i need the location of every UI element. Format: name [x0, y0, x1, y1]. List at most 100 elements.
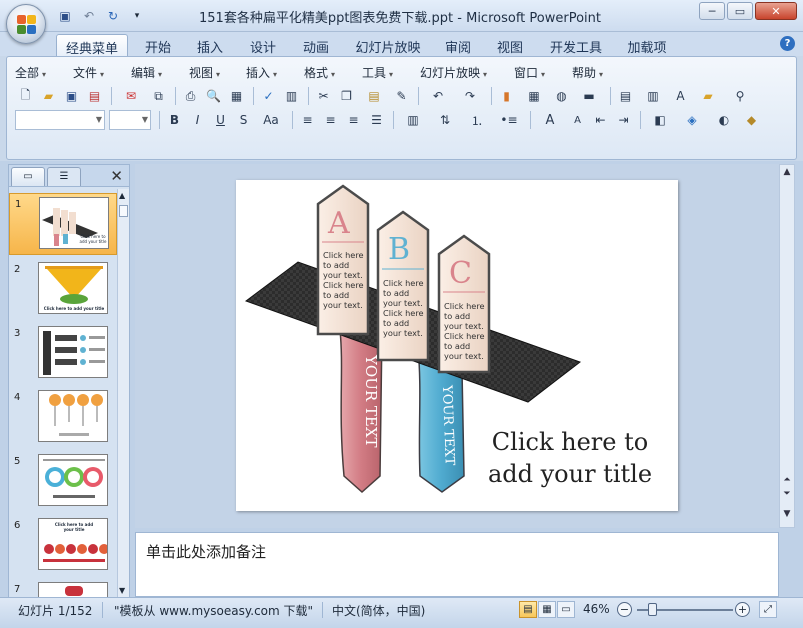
- tab-insert[interactable]: 插入: [190, 34, 230, 56]
- email-icon[interactable]: ✉: [116, 86, 146, 106]
- menu-file[interactable]: 文件 ▾: [73, 64, 131, 82]
- menu-tools[interactable]: 工具 ▾: [362, 64, 420, 82]
- close-icon[interactable]: ✕: [110, 167, 123, 185]
- redo-icon[interactable]: ↷: [455, 86, 485, 106]
- indent-icon[interactable]: ⇥: [613, 110, 634, 130]
- align-right-icon[interactable]: ≡: [343, 110, 364, 130]
- columns-icon[interactable]: ▥: [398, 110, 428, 130]
- previous-slide-icon[interactable]: ⏶: [780, 475, 794, 489]
- tab-addins[interactable]: 加载项: [620, 34, 674, 56]
- italic-button[interactable]: I: [187, 110, 208, 130]
- slide-thumb-6[interactable]: 6 Click here to add your title: [9, 515, 117, 577]
- scroll-thumb[interactable]: [119, 205, 128, 217]
- save-icon[interactable]: ▣: [61, 86, 82, 106]
- copy-icon[interactable]: ❐: [336, 86, 357, 106]
- tab-home[interactable]: 开始: [138, 34, 178, 56]
- format-painter-icon[interactable]: ✎: [391, 86, 412, 106]
- tab-classic-menu[interactable]: 经典菜单: [56, 34, 128, 57]
- cut-icon[interactable]: ✂: [313, 86, 334, 106]
- text-direction-icon[interactable]: ⇅: [430, 110, 460, 130]
- slide-thumb-5[interactable]: 5: [9, 451, 117, 513]
- align-left-icon[interactable]: ≡: [297, 110, 318, 130]
- slide-thumb-2[interactable]: 2 Click here to add your title: [9, 259, 117, 321]
- menu-window[interactable]: 窗口 ▾: [514, 64, 572, 82]
- slide-thumb-7[interactable]: 7: [9, 579, 117, 599]
- folder-icon[interactable]: ▰: [693, 86, 723, 106]
- slideshow-button[interactable]: ▭: [557, 601, 575, 618]
- publish-icon[interactable]: ⧉: [148, 86, 169, 106]
- menu-insert[interactable]: 插入 ▾: [246, 64, 304, 82]
- font-name-combo[interactable]: ▼: [15, 110, 105, 130]
- outdent-icon[interactable]: ⇤: [590, 110, 611, 130]
- permission-icon[interactable]: ▤: [84, 86, 105, 106]
- slide-sorter-button[interactable]: ▦: [538, 601, 556, 618]
- spelling-icon[interactable]: ✓: [258, 86, 279, 106]
- arrange-icon[interactable]: ◈: [677, 110, 707, 130]
- chart-icon[interactable]: ▮: [496, 86, 517, 106]
- new-slide-icon[interactable]: ▤: [615, 86, 636, 106]
- zoom-out-button[interactable]: −: [617, 602, 632, 617]
- open-icon[interactable]: ▰: [38, 86, 59, 106]
- fit-to-window-button[interactable]: ⤢: [759, 601, 777, 618]
- shadow-button[interactable]: S: [233, 110, 254, 130]
- print-preview-icon[interactable]: 🔍: [203, 86, 224, 106]
- menu-view[interactable]: 视图 ▾: [189, 64, 246, 82]
- tab-design[interactable]: 设计: [243, 34, 283, 56]
- paste-icon[interactable]: ▤: [359, 86, 389, 106]
- maximize-button[interactable]: ▭: [727, 2, 753, 20]
- change-case-button[interactable]: Aa: [256, 110, 286, 130]
- table-icon[interactable]: ▦: [519, 86, 549, 106]
- zoom-level[interactable]: 46%: [583, 602, 610, 616]
- language-indicator[interactable]: 中文(简体，中国): [332, 602, 425, 619]
- customize-toolbar-icon[interactable]: ▾: [128, 8, 146, 24]
- layout-icon[interactable]: ▥: [638, 86, 668, 106]
- slide-scrollbar[interactable]: ▲ ⏶ ⏷ ▼: [779, 164, 795, 528]
- menu-help[interactable]: 帮助 ▾: [572, 64, 622, 82]
- font-size-combo[interactable]: ▼: [109, 110, 151, 130]
- underline-button[interactable]: U: [210, 110, 231, 130]
- office-button[interactable]: [6, 4, 46, 44]
- decrease-font-button[interactable]: A: [567, 110, 588, 130]
- justify-icon[interactable]: ☰: [366, 110, 387, 130]
- redo-icon[interactable]: ↻: [104, 8, 122, 24]
- shapes-icon[interactable]: ◧: [645, 110, 675, 130]
- zoom-in-button[interactable]: +: [735, 602, 750, 617]
- menu-format[interactable]: 格式 ▾: [304, 64, 362, 82]
- color-grayscale-icon[interactable]: ▬: [574, 86, 604, 106]
- find-icon[interactable]: ⚲: [725, 86, 755, 106]
- tab-review[interactable]: 审阅: [438, 34, 478, 56]
- clipart-icon[interactable]: ◍: [551, 86, 572, 106]
- increase-font-button[interactable]: A: [535, 110, 565, 130]
- menu-slideshow[interactable]: 幻灯片放映 ▾: [420, 64, 514, 82]
- help-icon[interactable]: ?: [780, 36, 795, 51]
- tab-view[interactable]: 视图: [490, 34, 530, 56]
- save-icon[interactable]: ▣: [56, 8, 74, 24]
- close-button[interactable]: ✕: [755, 2, 797, 20]
- slides-panel-scrollbar[interactable]: ▲ ▼: [117, 189, 129, 599]
- notes-pane[interactable]: 单击此处添加备注: [135, 532, 779, 597]
- shape-fill-icon[interactable]: ◆: [741, 110, 762, 130]
- research-book-icon[interactable]: ▥: [281, 86, 302, 106]
- scroll-up-icon[interactable]: ▲: [780, 167, 794, 181]
- slide-thumb-4[interactable]: 4: [9, 387, 117, 449]
- outline-tab[interactable]: ☰: [47, 167, 81, 186]
- next-slide-icon[interactable]: ⏷: [780, 489, 794, 503]
- slides-tab[interactable]: ▭: [11, 167, 45, 186]
- tab-developer[interactable]: 开发工具: [544, 34, 608, 56]
- slide-thumb-1[interactable]: 1 Click here to add your title: [9, 193, 117, 255]
- research-icon[interactable]: ▦: [226, 86, 247, 106]
- tab-animation[interactable]: 动画: [295, 34, 337, 56]
- scroll-up-icon[interactable]: ▲: [119, 191, 125, 200]
- slide-thumb-3[interactable]: 3: [9, 323, 117, 385]
- minimize-button[interactable]: ─: [699, 2, 725, 20]
- print-icon[interactable]: ⎙: [180, 86, 201, 106]
- tab-slideshow[interactable]: 幻灯片放映: [350, 34, 426, 56]
- new-icon[interactable]: 🗋: [15, 86, 36, 106]
- numbering-icon[interactable]: ⒈: [462, 110, 492, 130]
- bullets-icon[interactable]: •≡: [494, 110, 524, 130]
- normal-view-button[interactable]: ▤: [519, 601, 537, 618]
- bold-button[interactable]: B: [164, 110, 185, 130]
- menu-all[interactable]: 全部 ▾: [15, 64, 73, 82]
- undo-icon[interactable]: ↶: [423, 86, 453, 106]
- menu-edit[interactable]: 编辑 ▾: [131, 64, 189, 82]
